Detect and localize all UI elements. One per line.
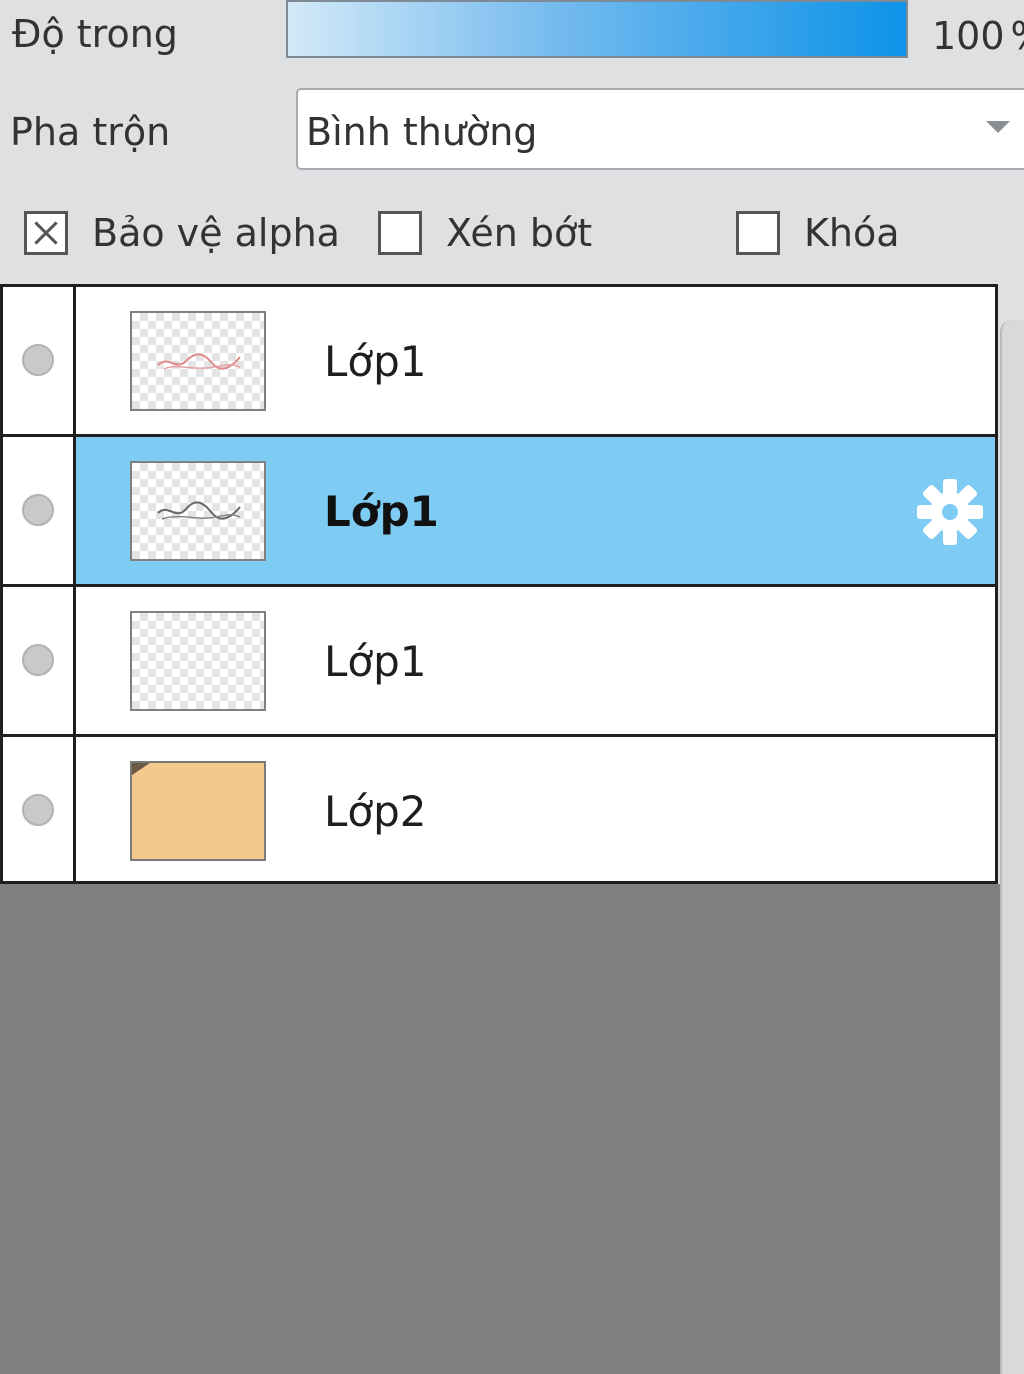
sketch-icon: [157, 501, 241, 520]
layer-content[interactable]: Lớp1: [76, 287, 995, 434]
layer-content[interactable]: Lớp2: [76, 737, 995, 881]
protect-alpha-label: Bảo vệ alpha: [92, 211, 340, 255]
protect-alpha-checkbox[interactable]: [24, 211, 68, 255]
gear-icon[interactable]: [915, 477, 985, 547]
visibility-toggle[interactable]: [3, 587, 76, 734]
layer-content[interactable]: Lớp1: [76, 437, 995, 584]
visibility-toggle[interactable]: [3, 287, 76, 434]
opacity-value-text: 100%: [932, 14, 1024, 58]
layer-name: Lớp2: [324, 787, 427, 836]
visibility-toggle[interactable]: [3, 437, 76, 584]
clip-label: Xén bớt: [446, 211, 593, 255]
lock-label: Khóa: [804, 211, 900, 255]
visibility-dot-icon[interactable]: [22, 344, 54, 376]
layer-list: Lớp1 Lớp1 Lớp1 Lớp2: [0, 284, 998, 884]
clip-checkbox[interactable]: [378, 211, 422, 255]
visibility-dot-icon[interactable]: [22, 494, 54, 526]
scrollbar[interactable]: [1000, 320, 1024, 1374]
layer-list-empty-area: [0, 884, 1000, 1374]
blend-mode-label: Pha trộn: [10, 110, 171, 154]
protect-alpha-option[interactable]: Bảo vệ alpha: [24, 208, 340, 258]
lock-option[interactable]: Khóa: [736, 208, 900, 258]
layer-row[interactable]: Lớp1: [3, 437, 995, 587]
layer-name: Lớp1: [324, 337, 427, 386]
clip-option[interactable]: Xén bớt: [378, 208, 592, 258]
layer-row[interactable]: Lớp1: [3, 587, 995, 737]
opacity-value: 100: [932, 14, 1005, 58]
opacity-unit: %: [1011, 14, 1024, 58]
opacity-slider[interactable]: [286, 0, 908, 58]
visibility-dot-icon[interactable]: [22, 644, 54, 676]
layer-thumbnail: [130, 761, 266, 861]
blend-mode-value: Bình thường: [306, 110, 538, 154]
layer-name: Lớp1: [324, 487, 439, 536]
blend-mode-select[interactable]: Bình thường: [296, 88, 1024, 170]
layer-thumbnail: [130, 611, 266, 711]
sketch-icon: [157, 353, 241, 370]
layer-row[interactable]: Lớp1: [3, 287, 995, 437]
opacity-slider-fill: [288, 2, 906, 56]
chevron-down-icon[interactable]: [986, 121, 1010, 133]
layer-row[interactable]: Lớp2: [3, 737, 995, 881]
layer-properties-panel: Độ trong 100% Pha trộn Bình thường Bảo v…: [0, 0, 1024, 284]
visibility-toggle[interactable]: [3, 737, 76, 881]
lock-checkbox[interactable]: [736, 211, 780, 255]
layer-thumbnail: [130, 311, 266, 411]
layer-thumbnail: [130, 461, 266, 561]
opacity-label: Độ trong: [12, 12, 178, 56]
visibility-dot-icon[interactable]: [22, 794, 54, 826]
layer-name: Lớp1: [324, 637, 427, 686]
layer-content[interactable]: Lớp1: [76, 587, 995, 734]
